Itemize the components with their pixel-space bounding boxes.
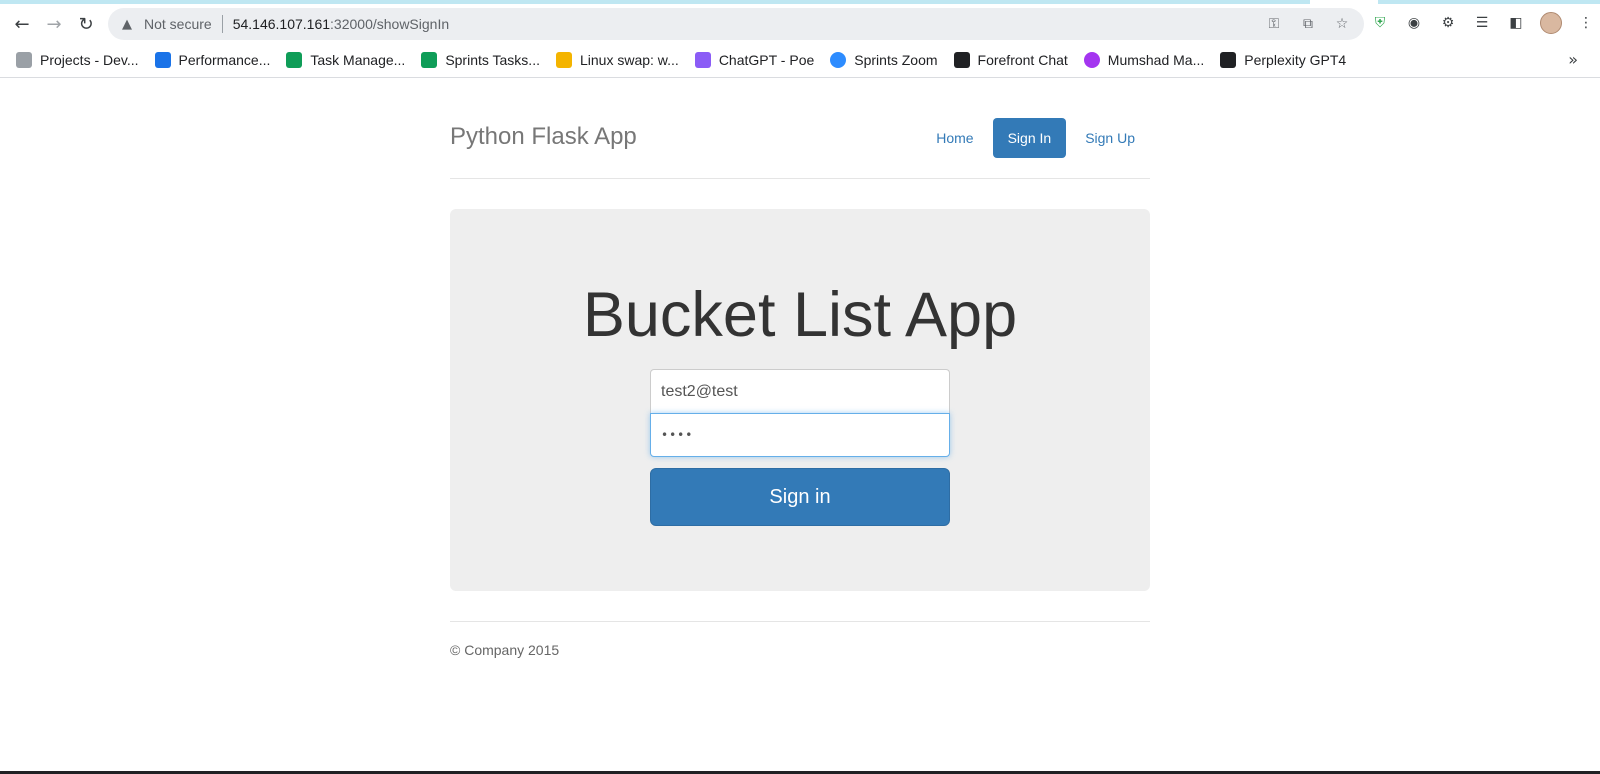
bookmark-item[interactable]: Mumshad Ma...	[1083, 52, 1204, 68]
shield-heart-icon	[154, 52, 171, 68]
forward-icon[interactable]: →	[40, 10, 68, 38]
url-host[interactable]: 54.146.107.161	[233, 16, 330, 32]
puzzle-icon[interactable]: ⚙	[1438, 12, 1458, 34]
azure-devops-icon	[16, 52, 32, 68]
forefront-icon	[953, 52, 970, 68]
back-icon[interactable]: ←	[8, 10, 36, 38]
nav-pills: Home Sign In Sign Up	[921, 118, 1150, 158]
share-icon[interactable]: ⧉	[1298, 14, 1318, 34]
udemy-icon	[1083, 52, 1100, 68]
browser-chrome: ← → ↻ ▲ Not secure 54.146.107.161:32000/…	[0, 0, 1600, 78]
bookmark-item[interactable]: Projects - Dev...	[16, 52, 139, 68]
bookmark-item[interactable]: Performance...	[154, 52, 270, 68]
nav-signin-link[interactable]: Sign In	[992, 118, 1067, 158]
nav-signup-link[interactable]: Sign Up	[1070, 118, 1150, 158]
page-header: Python Flask App Home Sign In Sign Up	[450, 79, 1150, 179]
menu-icon[interactable]: ⋮	[1576, 12, 1596, 34]
bookmark-item[interactable]: Task Manage...	[286, 52, 405, 68]
playlist-icon[interactable]: ☰	[1472, 12, 1492, 34]
password-field[interactable]: ••••	[650, 413, 950, 457]
bookmark-item[interactable]: Sprints Zoom	[830, 52, 938, 68]
security-label[interactable]: Not secure	[144, 16, 212, 32]
zoom-icon	[830, 52, 847, 68]
warning-icon[interactable]: ▲	[118, 15, 136, 33]
url-path[interactable]: :32000/showSignIn	[330, 16, 449, 32]
bookmark-item[interactable]: ChatGPT - Poe	[694, 52, 814, 68]
side-panel-icon[interactable]: ◧	[1506, 12, 1526, 34]
more-bookmarks-icon[interactable]: »	[1568, 50, 1578, 69]
web-page: Python Flask App Home Sign In Sign Up Bu…	[0, 79, 1600, 774]
footer-text: © Company 2015	[450, 642, 560, 658]
signin-button[interactable]: Sign in	[650, 468, 950, 526]
nav-home-link[interactable]: Home	[921, 118, 988, 158]
email-field[interactable]: test2@test	[650, 369, 950, 413]
bookmark-item[interactable]: Linux swap: w...	[555, 52, 679, 68]
page-title: Bucket List App	[582, 280, 1018, 350]
tab-strip	[0, 0, 1600, 4]
linux-icon	[555, 52, 572, 68]
divider	[221, 15, 223, 33]
sheets-icon	[421, 52, 438, 68]
reload-icon[interactable]: ↻	[72, 10, 100, 38]
star-icon[interactable]: ☆	[1332, 14, 1352, 34]
bookmark-item[interactable]: Perplexity GPT4	[1220, 52, 1346, 68]
extension-w-icon[interactable]: ◉	[1404, 12, 1424, 34]
shield-icon[interactable]: ⛨	[1370, 12, 1390, 34]
grid-icon	[1220, 52, 1237, 68]
address-bar[interactable]: ▲ Not secure 54.146.107.161:32000/showSi…	[108, 8, 1364, 40]
bookmarks-bar: Projects - Dev... Performance... Task Ma…	[0, 46, 1600, 74]
bookmark-item[interactable]: Forefront Chat	[953, 52, 1068, 68]
poe-icon	[694, 52, 711, 68]
footer: © Company 2015	[450, 621, 1150, 658]
page-container: Python Flask App Home Sign In Sign Up Bu…	[450, 79, 1150, 658]
signin-form: test2@test •••• Sign in	[650, 369, 950, 526]
sheets-icon	[286, 52, 303, 68]
avatar[interactable]	[1540, 12, 1562, 34]
jumbotron: Bucket List App test2@test •••• Sign in	[450, 209, 1150, 591]
brand-title: Python Flask App	[450, 123, 637, 150]
bookmark-item[interactable]: Sprints Tasks...	[421, 52, 540, 68]
key-icon[interactable]: ⚿	[1264, 14, 1284, 34]
